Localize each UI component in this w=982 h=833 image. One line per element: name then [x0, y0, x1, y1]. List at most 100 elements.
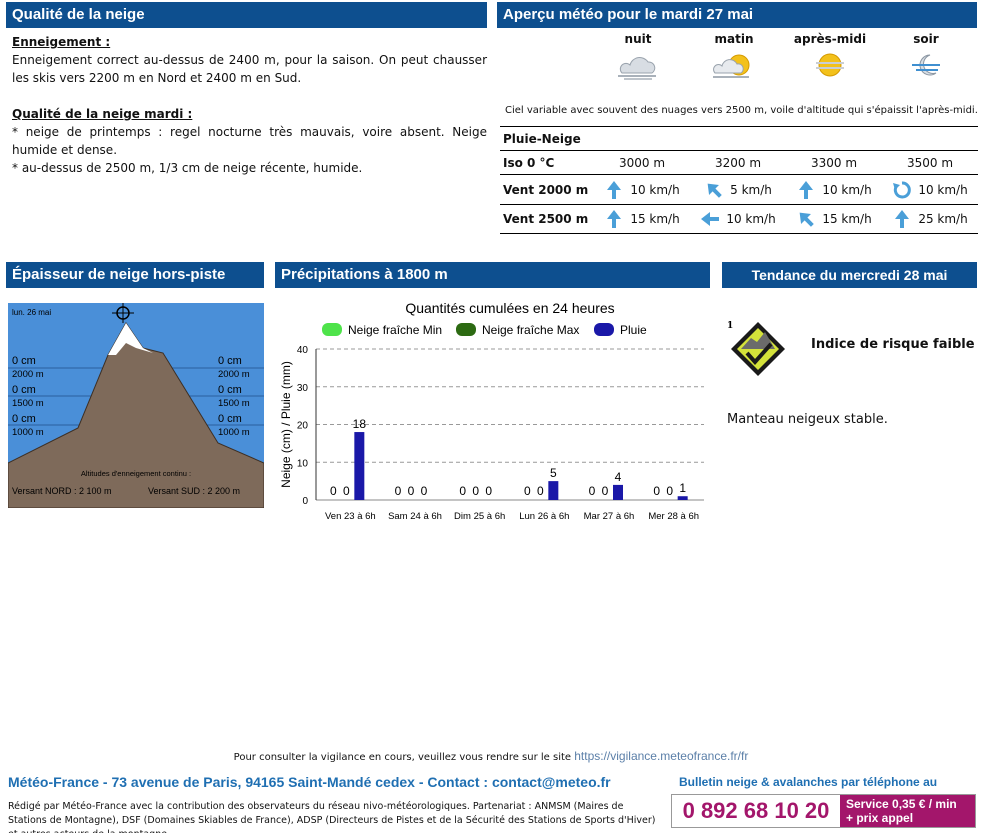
- data-label: 0: [485, 484, 492, 498]
- data-label: 4: [615, 470, 622, 484]
- data-label: 0: [330, 484, 337, 498]
- arrow-south-icon: [796, 180, 816, 200]
- enneigement-text: Enneigement correct au-dessus de 2400 m,…: [12, 53, 487, 85]
- address: Météo-France - 73 avenue de Paris, 94165…: [8, 774, 611, 790]
- avalanche-risk-icon: 1: [727, 321, 785, 376]
- south-depth-1000: 0 cm: [218, 413, 242, 425]
- wind-cell: 15 km/h: [786, 205, 882, 233]
- wind-cell: 25 km/h: [882, 205, 978, 233]
- bar: [613, 484, 623, 500]
- legend-swatch: [456, 323, 476, 336]
- alt-2000-right: 2000 m: [218, 369, 250, 380]
- period-name: nuit: [624, 32, 652, 46]
- vigilance-link[interactable]: https://vigilance.meteofrance.fr/fr: [574, 749, 748, 763]
- variable-wind-icon: [892, 180, 912, 200]
- legend-label: Neige fraîche Max: [482, 323, 579, 337]
- wind-speed: 10 km/h: [918, 182, 968, 197]
- x-tick-label: Ven 23 à 6h: [325, 511, 376, 522]
- row-label: Pluie-Neige: [503, 131, 581, 146]
- arrow-south-icon: [892, 209, 912, 229]
- alt-1000-left: 1000 m: [12, 427, 44, 438]
- vigilance-text: Pour consulter la vigilance en cours, ve…: [233, 752, 572, 763]
- enneigement-label: Enneigement :: [12, 35, 111, 49]
- legend-label: Neige fraîche Min: [348, 323, 442, 337]
- data-label: 0: [343, 484, 350, 498]
- wind-cell: 10 km/h: [594, 175, 690, 204]
- legend-label: Pluie: [620, 323, 647, 337]
- row-pluie-neige: Pluie-Neige: [500, 126, 978, 150]
- wind-cell: 10 km/h: [786, 175, 882, 204]
- south-altitude: Versant SUD : 2 200 m: [148, 486, 240, 496]
- row-iso: Iso 0 °C 3000 m 3200 m 3300 m 3500 m: [500, 150, 978, 174]
- wind-speed: 10 km/h: [630, 182, 680, 197]
- period-apres-midi: après-midi: [782, 30, 878, 84]
- wind-speed: 15 km/h: [630, 212, 680, 226]
- bar: [354, 432, 365, 500]
- y-tick-label: 30: [297, 383, 309, 394]
- x-tick-label: Mar 27 à 6h: [584, 511, 635, 522]
- data-label: 0: [589, 484, 596, 498]
- wind-speed: 5 km/h: [730, 182, 772, 197]
- data-label: 0: [472, 484, 479, 498]
- row-vent-2000: Vent 2000 m 10 km/h 5 km/h 10 km/h 10 km…: [500, 174, 978, 204]
- phone-box[interactable]: 0 892 68 10 20 Service 0,35 € / min + pr…: [671, 794, 976, 828]
- period-matin: matin: [686, 30, 782, 84]
- data-label: 5: [550, 466, 557, 480]
- north-altitude: Versant NORD : 2 100 m: [12, 486, 112, 496]
- moon-haze-icon: [878, 48, 974, 84]
- wind-speed: 15 km/h: [822, 212, 872, 226]
- south-depth-1500: 0 cm: [218, 384, 242, 396]
- qualite-line-1: * neige de printemps : regel nocturne tr…: [12, 125, 487, 157]
- x-tick-label: Mer 28 à 6h: [648, 511, 699, 522]
- legend-swatch: [594, 323, 614, 336]
- south-depth-2000: 0 cm: [218, 355, 242, 367]
- x-tick-label: Lun 26 à 6h: [519, 511, 569, 522]
- north-depth-1000: 0 cm: [12, 413, 36, 425]
- north-depth-2000: 0 cm: [12, 355, 36, 367]
- y-axis-label: Neige (cm) / Pluie (mm): [279, 361, 293, 488]
- data-label: 0: [653, 484, 660, 498]
- price-line-2: + prix appel: [846, 811, 914, 825]
- period-name: soir: [913, 32, 939, 46]
- continuous-label: Altitudes d'enneigement continu :: [81, 469, 191, 478]
- wind-cell: 10 km/h: [882, 175, 978, 204]
- sun-haze-icon: [782, 48, 878, 84]
- period-name: après-midi: [793, 32, 867, 46]
- wind-cell: 10 km/h: [690, 205, 786, 233]
- snow-quality-body: Enneigement : Enneigement correct au-des…: [12, 33, 487, 177]
- wind-speed: 25 km/h: [918, 212, 968, 226]
- qualite-label: Qualité de la neige mardi :: [12, 107, 193, 121]
- y-tick-label: 10: [297, 458, 309, 469]
- data-label: 0: [395, 484, 402, 498]
- chart-title: Quantités cumulées en 24 heures: [405, 300, 614, 316]
- data-label: 0: [421, 484, 428, 498]
- data-label: 0: [524, 484, 531, 498]
- credit-text: Rédigé par Météo-France avec la contribu…: [8, 801, 656, 833]
- arrow-southeast-icon: [796, 209, 816, 229]
- iso-value: 3500 m: [906, 155, 954, 170]
- weather-description: Ciel variable avec souvent des nuages ve…: [505, 105, 978, 116]
- alt-1000-right: 1000 m: [218, 427, 250, 438]
- bar: [548, 481, 559, 500]
- data-label: 0: [602, 484, 609, 498]
- data-label: 0: [459, 484, 466, 498]
- iso-value: 3000 m: [618, 155, 666, 170]
- legend-swatch: [322, 323, 342, 336]
- x-tick-label: Sam 24 à 6h: [388, 511, 442, 522]
- row-label: Vent 2000 m: [503, 182, 589, 197]
- data-label: 0: [408, 484, 415, 498]
- period-soir: soir: [878, 30, 974, 84]
- cloud-moon-icon: [590, 48, 686, 84]
- snow-quality-header: Qualité de la neige: [6, 2, 487, 28]
- y-tick-label: 20: [297, 421, 309, 432]
- data-label: 0: [666, 484, 673, 498]
- arrow-south-icon: [604, 209, 624, 229]
- phone-number: 0 892 68 10 20: [672, 795, 840, 827]
- row-vent-2500: Vent 2500 m 15 km/h 10 km/h 15 km/h 25 k…: [500, 204, 978, 234]
- phone-label: Bulletin neige & avalanches par téléphon…: [679, 775, 938, 789]
- arrow-east-icon: [700, 209, 720, 229]
- alt-2000-left: 2000 m: [12, 369, 44, 380]
- wind-speed: 10 km/h: [726, 212, 776, 226]
- data-label: 1: [679, 481, 686, 495]
- risk-level: 1: [727, 321, 733, 331]
